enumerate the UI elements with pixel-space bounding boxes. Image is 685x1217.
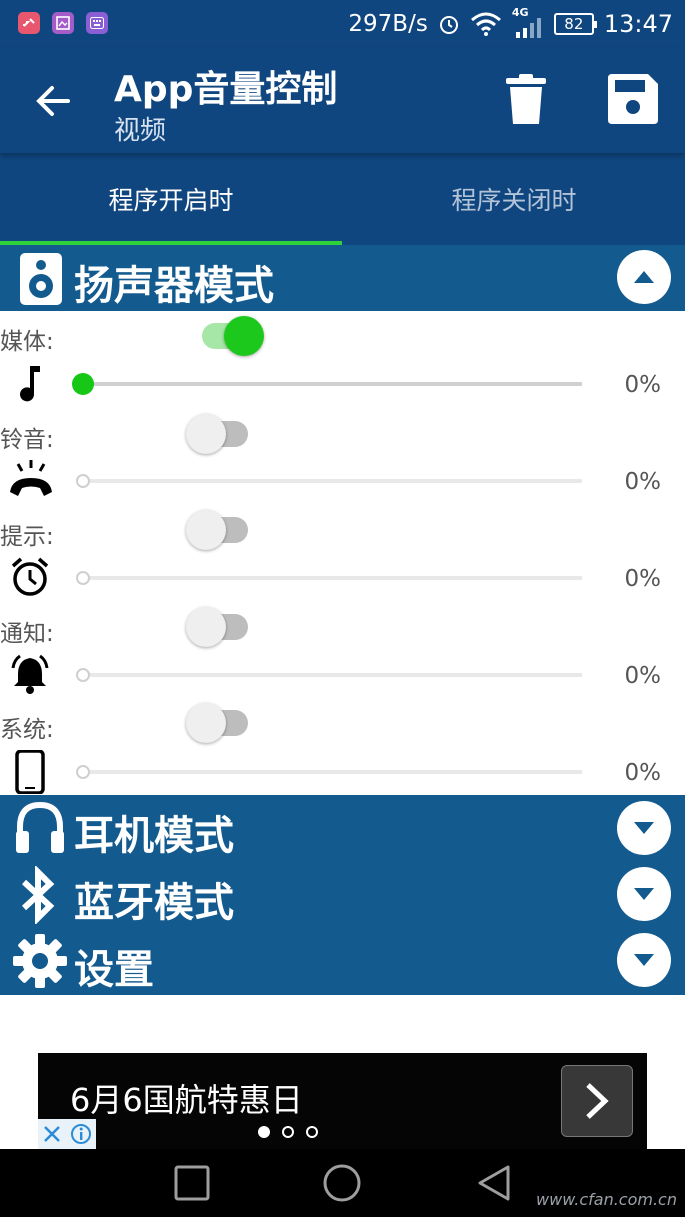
media-volume-percent: 0% xyxy=(624,372,662,398)
status-bar: 297B/s 4G 82 13:47 xyxy=(0,0,685,48)
missed-call-app-icon xyxy=(18,12,40,34)
back-triangle-icon[interactable] xyxy=(474,1163,514,1203)
speaker-mode-title: 扬声器模式 xyxy=(74,263,274,309)
wifi-icon xyxy=(470,12,501,36)
system-toggle[interactable] xyxy=(186,703,250,743)
chevron-right-icon xyxy=(586,1083,609,1119)
notification-volume-slider[interactable] xyxy=(76,665,582,685)
phone-device-icon xyxy=(15,750,45,794)
music-note-icon xyxy=(20,366,40,402)
trash-icon[interactable] xyxy=(504,74,548,124)
notification-volume-percent: 0% xyxy=(624,663,662,689)
save-icon[interactable] xyxy=(606,74,658,124)
recents-square-icon[interactable] xyxy=(172,1163,212,1203)
settings-header[interactable]: 设置 xyxy=(0,929,685,995)
system-nav-bar: www.cfan.com.cn xyxy=(0,1149,685,1217)
signal-icon: 4G xyxy=(512,6,544,38)
system-volume-percent: 0% xyxy=(624,760,662,786)
system-volume-slider[interactable] xyxy=(76,762,582,782)
ad-choices[interactable] xyxy=(38,1119,96,1149)
gallery-app-icon xyxy=(52,12,74,34)
page-dot xyxy=(282,1126,294,1138)
clock: 13:47 xyxy=(603,10,673,38)
ad-open-button[interactable] xyxy=(561,1065,633,1137)
media-volume-slider[interactable] xyxy=(72,373,582,395)
ringtone-volume-slider[interactable] xyxy=(76,471,582,491)
battery-icon: 82 xyxy=(553,13,597,35)
page-title: App音量控制 xyxy=(114,69,338,110)
page-subtitle: 视频 xyxy=(114,116,167,146)
alert-toggle[interactable] xyxy=(186,510,250,550)
headphone-mode-header[interactable]: 耳机模式 xyxy=(0,795,685,861)
expand-bluetooth-button[interactable] xyxy=(617,867,671,921)
app-bar: App音量控制 视频 xyxy=(0,48,685,153)
tab-on-app-start[interactable]: 程序开启时 xyxy=(0,153,342,245)
watermark: www.cfan.com.cn xyxy=(536,1190,677,1209)
bell-icon xyxy=(11,654,49,694)
tab-on-app-close[interactable]: 程序关闭时 xyxy=(343,153,685,245)
system-label: 系统: xyxy=(0,717,54,743)
alarm-clock-icon xyxy=(11,557,49,596)
ringtone-label: 铃音: xyxy=(0,427,54,453)
settings-title: 设置 xyxy=(74,947,154,993)
ad-banner[interactable]: 6月6国航特惠日 xyxy=(38,1053,647,1149)
bluetooth-mode-header[interactable]: 蓝牙模式 xyxy=(0,862,685,928)
chevron-up-icon xyxy=(634,271,654,283)
speaker-icon xyxy=(20,253,62,305)
alert-label: 提示: xyxy=(0,524,54,550)
page-dot xyxy=(306,1126,318,1138)
ringing-phone-icon xyxy=(10,460,52,496)
home-circle-icon[interactable] xyxy=(322,1163,362,1203)
chevron-down-icon xyxy=(634,888,654,900)
keyboard-app-icon xyxy=(86,12,108,34)
notification-label: 通知: xyxy=(0,621,54,647)
headphone-mode-title: 耳机模式 xyxy=(74,813,234,859)
ringtone-toggle[interactable] xyxy=(186,414,250,454)
chevron-down-icon xyxy=(634,954,654,966)
speaker-mode-header[interactable]: 扬声器模式 xyxy=(0,245,685,311)
collapsed-sections-panel: 耳机模式 蓝牙模式 设置 xyxy=(0,795,685,995)
close-icon[interactable] xyxy=(42,1124,62,1144)
gear-icon xyxy=(13,934,67,988)
collapse-speaker-button[interactable] xyxy=(617,250,671,304)
bluetooth-mode-title: 蓝牙模式 xyxy=(74,880,234,926)
headphones-icon xyxy=(16,801,64,853)
ad-text: 6月6国航特惠日 xyxy=(70,1081,303,1119)
network-speed: 297B/s xyxy=(348,11,428,37)
ringtone-volume-percent: 0% xyxy=(624,469,662,495)
bluetooth-icon xyxy=(21,866,55,924)
alarm-icon xyxy=(439,16,458,34)
info-icon[interactable] xyxy=(70,1123,92,1145)
back-arrow-icon[interactable] xyxy=(30,78,76,124)
expand-headphone-button[interactable] xyxy=(617,801,671,855)
tab-bar: 程序开启时 程序关闭时 xyxy=(0,153,685,245)
ad-page-indicator xyxy=(258,1126,318,1138)
media-label: 媒体: xyxy=(0,329,54,355)
alert-volume-slider[interactable] xyxy=(76,568,582,588)
alert-volume-percent: 0% xyxy=(624,566,662,592)
expand-settings-button[interactable] xyxy=(617,933,671,987)
page-dot-active xyxy=(258,1126,270,1138)
media-toggle[interactable] xyxy=(186,316,264,356)
notification-toggle[interactable] xyxy=(186,607,250,647)
chevron-down-icon xyxy=(634,822,654,834)
